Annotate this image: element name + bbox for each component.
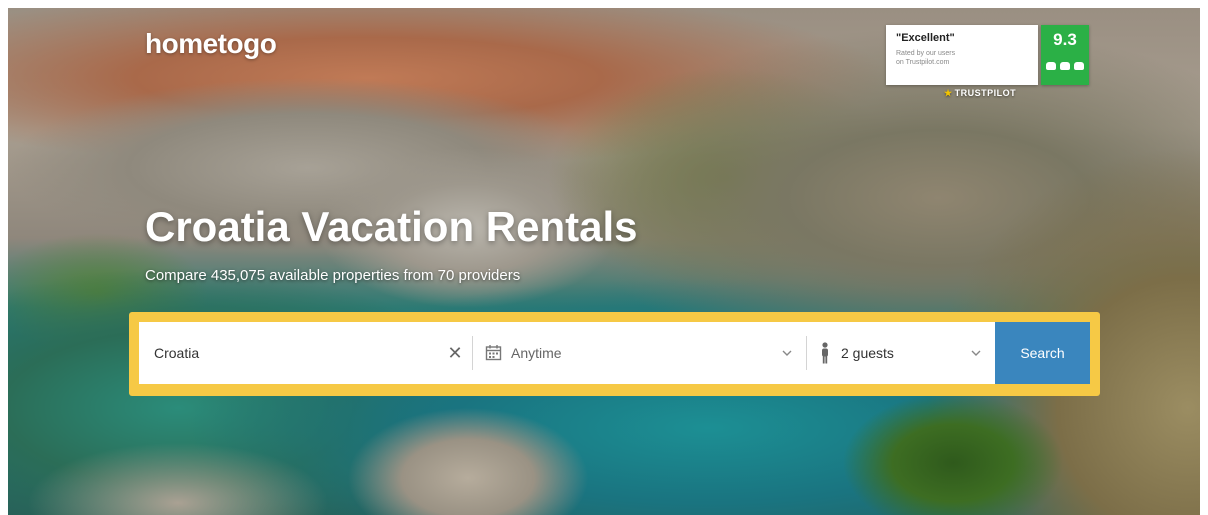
date-label: Anytime: [511, 345, 562, 361]
thumbs-up-icon: [1074, 62, 1084, 70]
date-picker[interactable]: Anytime: [473, 322, 805, 384]
guests-label: 2 guests: [841, 345, 894, 361]
star-icon: ★: [944, 88, 953, 98]
thumbs-up-icon: [1060, 62, 1070, 70]
thumbs-up-icon: [1046, 62, 1056, 70]
hero-banner: hometogo "Excellent" Rated by our users …: [8, 8, 1200, 515]
trustpilot-widget[interactable]: "Excellent" Rated by our users on Trustp…: [886, 25, 1090, 105]
trustpilot-card: "Excellent" Rated by our users on Trustp…: [886, 25, 1038, 85]
trustpilot-subtext-line: Rated by our users: [896, 50, 956, 57]
chevron-down-icon: [782, 350, 792, 356]
search-bar: ✕ Anytime: [129, 312, 1100, 396]
calendar-icon: [485, 345, 502, 361]
trustpilot-quote: "Excellent": [896, 32, 955, 44]
page-title: Croatia Vacation Rentals: [145, 203, 638, 250]
trustpilot-brand-label: TRUSTPILOT: [954, 88, 1017, 98]
trustpilot-subtext-line: on Trustpilot.com: [896, 59, 950, 66]
page-subtitle: Compare 435,075 available properties fro…: [145, 267, 521, 284]
hometogo-logo[interactable]: hometogo: [145, 28, 277, 60]
destination-field[interactable]: ✕: [139, 322, 471, 384]
trustpilot-subtext: Rated by our users on Trustpilot.com: [896, 49, 996, 67]
close-icon[interactable]: ✕: [445, 343, 465, 363]
person-icon: [822, 342, 828, 364]
destination-input[interactable]: [154, 322, 434, 384]
trustpilot-brand: ★ TRUSTPILOT: [944, 88, 1016, 99]
trustpilot-rating-icons: [1046, 62, 1084, 70]
search-button[interactable]: Search: [995, 322, 1090, 384]
trustpilot-score-badge: 9.3: [1041, 25, 1089, 85]
guests-selector[interactable]: 2 guests: [807, 322, 994, 384]
chevron-down-icon: [971, 350, 981, 356]
trustpilot-score: 9.3: [1053, 30, 1077, 49]
search-form: ✕ Anytime: [139, 322, 1090, 384]
